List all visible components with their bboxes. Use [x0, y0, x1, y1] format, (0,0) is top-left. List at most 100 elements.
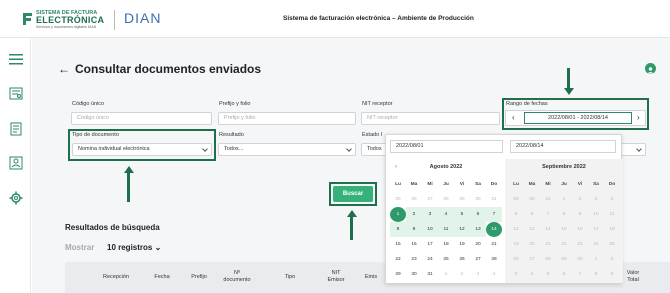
calendar-day[interactable]: 30	[470, 192, 486, 207]
calendar-day[interactable]: 5	[508, 207, 524, 222]
calendar-day[interactable]: 26	[508, 252, 524, 267]
calendar-day[interactable]: 7	[540, 207, 556, 222]
users-icon[interactable]	[7, 154, 24, 171]
calendar-day[interactable]: 13	[470, 222, 486, 237]
document-list-icon[interactable]	[7, 120, 24, 137]
calendar-day[interactable]: 29	[508, 192, 524, 207]
calendar-day[interactable]: 16	[406, 237, 422, 252]
calendar-day[interactable]: 10	[588, 207, 604, 222]
calendar-day[interactable]: 10	[422, 222, 438, 237]
calendar-day[interactable]: 23	[406, 252, 422, 267]
calendar-day[interactable]: 8	[588, 267, 604, 282]
calendar-day[interactable]: 6	[470, 207, 486, 222]
date-start-input[interactable]: 2022/08/01	[390, 140, 503, 153]
calendar-day[interactable]: 12	[454, 222, 470, 237]
col-fecha[interactable]: Fecha	[150, 274, 174, 281]
calendar-day[interactable]: 21	[540, 237, 556, 252]
calendar-day[interactable]: 19	[454, 237, 470, 252]
calendar-day[interactable]: 1	[390, 207, 406, 222]
calendar-day[interactable]: 31	[540, 192, 556, 207]
calendar-day[interactable]: 13	[524, 222, 540, 237]
col-recepcion[interactable]: Recepción	[101, 274, 131, 281]
col-emisor[interactable]: Emis	[361, 274, 381, 281]
calendar-day[interactable]: 1	[588, 252, 604, 267]
col-nit-emisor[interactable]: NIT Emisor	[323, 270, 349, 284]
calendar-day[interactable]: 31	[486, 192, 502, 207]
calendar-day[interactable]: 31	[422, 267, 438, 282]
calendar-day[interactable]: 17	[422, 237, 438, 252]
calendar-day[interactable]: 26	[454, 252, 470, 267]
calendar-day[interactable]: 3	[508, 267, 524, 282]
calendar-day[interactable]: 20	[470, 237, 486, 252]
col-numero-documento[interactable]: Nº documento	[220, 270, 254, 284]
calendar-day[interactable]: 4	[604, 192, 620, 207]
calendar-day[interactable]: 29	[390, 267, 406, 282]
prefijo-folio-input[interactable]: Prefijo y folio	[218, 112, 356, 125]
calendar-day[interactable]: 27	[524, 252, 540, 267]
calendar-day[interactable]: 28	[540, 252, 556, 267]
calendar-day[interactable]: 1	[438, 267, 454, 282]
calendar-day[interactable]: 16	[572, 222, 588, 237]
calendar-day[interactable]: 3	[470, 267, 486, 282]
calendar-day[interactable]: 28	[438, 192, 454, 207]
calendar-day[interactable]: 12	[508, 222, 524, 237]
calendar-day[interactable]: 2	[572, 192, 588, 207]
calendar-day[interactable]: 9	[604, 267, 620, 282]
calendar-day[interactable]: 1	[556, 192, 572, 207]
calendar-day[interactable]: 21	[486, 237, 502, 252]
calendar-day[interactable]: 26	[406, 192, 422, 207]
calendar-day[interactable]: 15	[556, 222, 572, 237]
calendar-day[interactable]: 2	[604, 252, 620, 267]
calendar-day[interactable]: 24	[422, 252, 438, 267]
calendar-day[interactable]: 30	[524, 192, 540, 207]
date-end-input[interactable]: 2022/08/14	[510, 140, 616, 153]
calendar-day[interactable]: 29	[556, 252, 572, 267]
calendar-day[interactable]: 25	[438, 252, 454, 267]
gear-icon[interactable]	[7, 189, 24, 206]
calendar-day[interactable]: 14	[486, 222, 502, 237]
calendar-day[interactable]: 4	[524, 267, 540, 282]
calendar-day[interactable]: 7	[572, 267, 588, 282]
calendar-day[interactable]: 5	[540, 267, 556, 282]
calendar-day[interactable]: 9	[572, 207, 588, 222]
calendar-day[interactable]: 27	[470, 252, 486, 267]
hamburger-menu-icon[interactable]	[7, 51, 24, 68]
calendar-day[interactable]: 4	[486, 267, 502, 282]
calendar-day[interactable]: 15	[390, 237, 406, 252]
calendar-day[interactable]: 14	[540, 222, 556, 237]
calendar-day[interactable]: 7	[486, 207, 502, 222]
calendar-day[interactable]: 22	[390, 252, 406, 267]
calendar-day[interactable]: 29	[454, 192, 470, 207]
nit-receptor-input[interactable]: NIT receptor	[361, 112, 500, 125]
user-avatar-icon[interactable]	[645, 63, 656, 74]
calendar-day[interactable]: 5	[454, 207, 470, 222]
calendar-day[interactable]: 22	[556, 237, 572, 252]
calendar-day[interactable]: 30	[572, 252, 588, 267]
calendar-day[interactable]: 6	[524, 207, 540, 222]
calendar-day[interactable]: 3	[588, 192, 604, 207]
calendar-day[interactable]: 19	[508, 237, 524, 252]
calendar-day[interactable]: 20	[524, 237, 540, 252]
calendar-day[interactable]: 23	[572, 237, 588, 252]
col-prefijo[interactable]: Prefijo	[187, 274, 211, 281]
calendar-day[interactable]: 11	[438, 222, 454, 237]
calendar-day[interactable]: 24	[588, 237, 604, 252]
calendar-day[interactable]: 6	[556, 267, 572, 282]
calendar-day[interactable]: 25	[604, 237, 620, 252]
calendar-day[interactable]: 25	[390, 192, 406, 207]
calendar-day[interactable]: 27	[422, 192, 438, 207]
calendar-day[interactable]: 28	[486, 252, 502, 267]
calendar-day[interactable]: 2	[406, 207, 422, 222]
col-valor-total[interactable]: Valor Total	[623, 270, 643, 284]
calendar-day[interactable]: 18	[604, 222, 620, 237]
calendar-day[interactable]: 3	[422, 207, 438, 222]
calendar-day[interactable]: 18	[438, 237, 454, 252]
invoice-icon[interactable]	[7, 85, 24, 102]
calendar-day[interactable]: 4	[438, 207, 454, 222]
codigo-unico-input[interactable]: Código único	[71, 112, 212, 125]
resultado-select[interactable]: Todos...	[218, 143, 356, 156]
back-arrow-icon[interactable]: ←	[58, 62, 70, 76]
calendar-day[interactable]: 8	[390, 222, 406, 237]
calendar-day[interactable]: 9	[406, 222, 422, 237]
calendar-day[interactable]: 8	[556, 207, 572, 222]
